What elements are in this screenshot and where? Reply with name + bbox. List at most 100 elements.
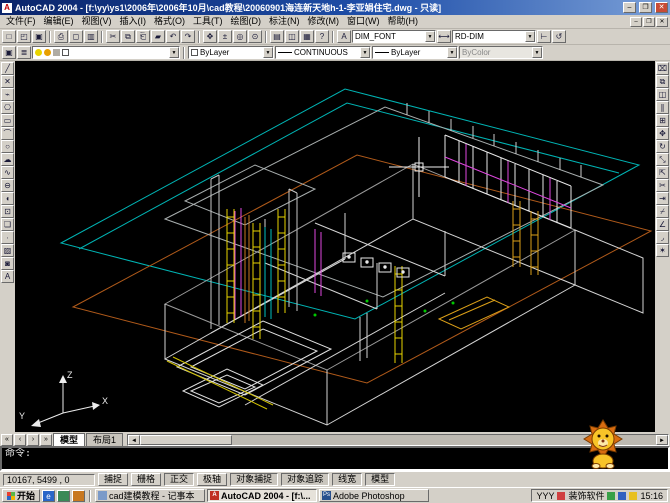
mirror-button[interactable]: ◫ bbox=[656, 88, 669, 101]
chevron-down-icon[interactable]: ▼ bbox=[169, 47, 179, 58]
menu-draw[interactable]: 绘图(D) bbox=[227, 15, 266, 28]
doc-minimize-button[interactable]: – bbox=[630, 17, 642, 27]
erase-button[interactable]: ⌧ bbox=[656, 62, 669, 75]
move-button[interactable]: ✥ bbox=[656, 127, 669, 140]
menu-window[interactable]: 窗口(W) bbox=[343, 15, 384, 28]
hscroll-thumb[interactable] bbox=[140, 435, 232, 445]
menu-dimension[interactable]: 标注(N) bbox=[265, 15, 304, 28]
layers-button[interactable]: ≣ bbox=[17, 46, 31, 59]
break-button[interactable]: ⌿ bbox=[656, 205, 669, 218]
undo-button[interactable]: ↶ bbox=[166, 30, 180, 43]
toggle-lineweight[interactable]: 线宽 bbox=[332, 473, 362, 486]
redo-button[interactable]: ↷ bbox=[181, 30, 195, 43]
extend-button[interactable]: ⇥ bbox=[656, 192, 669, 205]
dim-update-button[interactable]: ↺ bbox=[552, 30, 566, 43]
pan-button[interactable]: ✥ bbox=[203, 30, 217, 43]
menu-view[interactable]: 视图(V) bbox=[78, 15, 116, 28]
toggle-model[interactable]: 模型 bbox=[365, 473, 395, 486]
region-button[interactable]: ◙ bbox=[1, 257, 14, 270]
chamfer-button[interactable]: ∠ bbox=[656, 218, 669, 231]
spline-button[interactable]: ∿ bbox=[1, 166, 14, 179]
tab-layout1[interactable]: 布局1 bbox=[86, 433, 123, 446]
plot-button[interactable]: ⎙ bbox=[54, 30, 68, 43]
toggle-grid[interactable]: 栅格 bbox=[131, 473, 161, 486]
mtext-button[interactable]: A bbox=[1, 270, 14, 283]
polygon-button[interactable]: ⎔ bbox=[1, 101, 14, 114]
menu-edit[interactable]: 编辑(E) bbox=[40, 15, 78, 28]
stretch-button[interactable]: ⇱ bbox=[656, 166, 669, 179]
revision-cloud-button[interactable]: ☁ bbox=[1, 153, 14, 166]
next-tab-button[interactable]: › bbox=[27, 434, 39, 446]
menu-file[interactable]: 文件(F) bbox=[2, 15, 40, 28]
desktop-pet-lion[interactable] bbox=[576, 412, 630, 470]
maximize-button[interactable]: ❐ bbox=[639, 2, 652, 13]
make-block-button[interactable]: ❏ bbox=[1, 218, 14, 231]
draw-line-button[interactable]: ╱ bbox=[1, 62, 14, 75]
first-tab-button[interactable]: « bbox=[1, 434, 13, 446]
point-button[interactable]: ∙ bbox=[1, 231, 14, 244]
color-combo[interactable]: ByLayer ▼ bbox=[188, 46, 274, 59]
hatch-button[interactable]: ▨ bbox=[1, 244, 14, 257]
rotate-button[interactable]: ↻ bbox=[656, 140, 669, 153]
cut-button[interactable]: ✂ bbox=[106, 30, 120, 43]
construction-line-button[interactable]: ✕ bbox=[1, 75, 14, 88]
paste-button[interactable]: ⎗ bbox=[136, 30, 150, 43]
close-button[interactable]: ✕ bbox=[655, 2, 668, 13]
match-properties-button[interactable]: ▰ bbox=[151, 30, 165, 43]
zoom-window-button[interactable]: ◎ bbox=[233, 30, 247, 43]
make-layer-current-button[interactable]: ▣ bbox=[2, 46, 16, 59]
arc-button[interactable]: ⌒ bbox=[1, 127, 14, 140]
chevron-down-icon[interactable]: ▼ bbox=[360, 47, 370, 58]
menu-modify[interactable]: 修改(M) bbox=[304, 15, 344, 28]
save-button[interactable]: ▣ bbox=[32, 30, 46, 43]
prev-tab-button[interactable]: ‹ bbox=[14, 434, 26, 446]
scroll-right-button[interactable]: ► bbox=[656, 435, 668, 445]
media-player-icon[interactable] bbox=[72, 490, 85, 502]
toggle-polar[interactable]: 极轴 bbox=[197, 473, 227, 486]
menu-tools[interactable]: 工具(T) bbox=[189, 15, 227, 28]
properties-button[interactable]: ▤ bbox=[270, 30, 284, 43]
chevron-down-icon[interactable]: ▼ bbox=[425, 31, 435, 42]
command-window[interactable]: 命令: bbox=[0, 446, 670, 471]
decor-app-icon[interactable] bbox=[557, 492, 565, 500]
tray-icon-yellow[interactable] bbox=[629, 492, 637, 500]
doc-restore-button[interactable]: ❐ bbox=[643, 17, 655, 27]
plot-preview-button[interactable]: ◻ bbox=[69, 30, 83, 43]
rectangle-button[interactable]: ▭ bbox=[1, 114, 14, 127]
zoom-previous-button[interactable]: ⊙ bbox=[248, 30, 262, 43]
menu-format[interactable]: 格式(O) bbox=[150, 15, 189, 28]
scale-button[interactable]: ⤡ bbox=[656, 153, 669, 166]
scroll-left-button[interactable]: ◄ bbox=[128, 435, 140, 445]
task-autocad[interactable]: A AutoCAD 2004 - [f:\... bbox=[207, 489, 317, 502]
toggle-ortho[interactable]: 正交 bbox=[164, 473, 194, 486]
minimize-button[interactable]: – bbox=[623, 2, 636, 13]
tray-icon-green[interactable] bbox=[607, 492, 615, 500]
chevron-down-icon[interactable]: ▼ bbox=[447, 47, 457, 58]
polyline-button[interactable]: ⌁ bbox=[1, 88, 14, 101]
ellipse-arc-button[interactable]: ◖ bbox=[1, 192, 14, 205]
text-style-button[interactable]: A bbox=[337, 30, 351, 43]
ellipse-button[interactable]: ⊖ bbox=[1, 179, 14, 192]
last-tab-button[interactable]: » bbox=[40, 434, 52, 446]
menu-insert[interactable]: 插入(I) bbox=[116, 15, 151, 28]
chevron-down-icon[interactable]: ▼ bbox=[263, 47, 273, 58]
zoom-realtime-button[interactable]: ± bbox=[218, 30, 232, 43]
show-desktop-icon[interactable] bbox=[57, 490, 70, 502]
task-photoshop[interactable]: Ps Adobe Photoshop bbox=[319, 489, 429, 502]
text-style-combo[interactable]: DIM_FONT ▼ bbox=[352, 30, 436, 43]
tray-icon-blue[interactable] bbox=[618, 492, 626, 500]
toggle-osnap[interactable]: 对象捕捉 bbox=[230, 473, 278, 486]
menu-help[interactable]: 帮助(H) bbox=[384, 15, 423, 28]
insert-block-button[interactable]: ⊡ bbox=[1, 205, 14, 218]
help-button[interactable]: ? bbox=[315, 30, 329, 43]
dim-linear-button[interactable]: ⊢ bbox=[537, 30, 551, 43]
linetype-combo[interactable]: CONTINUOUS ▼ bbox=[275, 46, 371, 59]
trim-button[interactable]: ✂ bbox=[656, 179, 669, 192]
array-button[interactable]: ⊞ bbox=[656, 114, 669, 127]
tab-model[interactable]: 模型 bbox=[53, 433, 85, 446]
copy-button[interactable]: ⧉ bbox=[121, 30, 135, 43]
explode-button[interactable]: ✶ bbox=[656, 244, 669, 257]
fillet-button[interactable]: ◞ bbox=[656, 231, 669, 244]
layer-combo[interactable]: ▼ bbox=[32, 46, 180, 59]
dim-style-combo[interactable]: RD-DIM ▼ bbox=[452, 30, 536, 43]
